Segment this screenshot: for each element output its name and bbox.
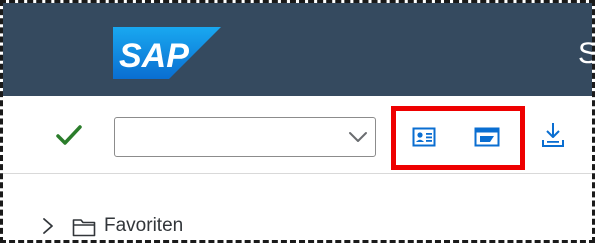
shell-header	[3, 3, 592, 96]
create-session-icon	[474, 127, 500, 147]
screenshot-frame: SAP S	[0, 0, 595, 243]
sap-logo-text: SAP	[119, 37, 189, 75]
user-menu-button[interactable]	[408, 121, 440, 153]
user-menu-icon	[412, 127, 436, 147]
toolbar-divider	[3, 173, 592, 174]
download-icon	[542, 123, 564, 147]
chevron-right-icon[interactable]	[41, 217, 55, 235]
command-field[interactable]	[114, 117, 376, 157]
nav-label-favoriten[interactable]: Favoriten	[104, 214, 183, 238]
sap-logo[interactable]: SAP	[113, 27, 221, 79]
folder-icon	[72, 217, 96, 237]
header-title: S	[578, 36, 592, 72]
create-session-button[interactable]	[471, 121, 503, 153]
ok-button[interactable]	[51, 121, 87, 151]
checkmark-icon	[56, 125, 82, 145]
chevron-down-icon[interactable]	[347, 127, 369, 147]
command-input[interactable]	[115, 118, 340, 156]
download-button[interactable]	[537, 119, 569, 151]
